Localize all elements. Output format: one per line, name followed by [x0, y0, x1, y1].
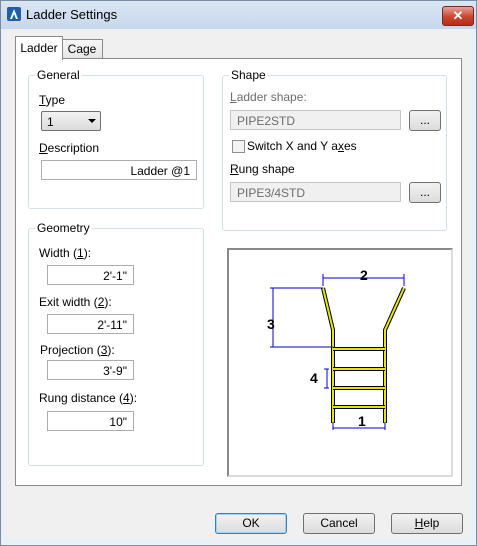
ladder-shape-browse-button[interactable]: ...	[409, 110, 441, 131]
close-button[interactable]: ✕	[442, 6, 474, 26]
exit-width-label: Exit width (2):	[39, 295, 112, 309]
help-button[interactable]: Help	[391, 513, 463, 534]
close-icon: ✕	[452, 8, 464, 23]
ladder-tab-panel: General Type 1 Description Ladder @1 Sha…	[15, 58, 462, 486]
type-label: Type	[39, 93, 66, 107]
description-field[interactable]: Ladder @1	[41, 160, 197, 180]
rung-shape-label: Rung shape	[230, 162, 295, 176]
window-title: Ladder Settings	[26, 7, 118, 22]
rung-distance-label: Rung distance (4):	[39, 391, 138, 405]
width-field[interactable]: 2'-1"	[47, 265, 134, 285]
tab-ladder[interactable]: Ladder	[15, 36, 63, 60]
shape-group: Shape Ladder shape: PIPE2STD ... Switch …	[222, 68, 447, 231]
ladder-shape-field[interactable]: PIPE2STD	[230, 110, 401, 130]
dimension-label-4: 4	[310, 370, 318, 386]
shape-group-title: Shape	[229, 68, 268, 82]
geometry-group: Geometry Width (1): 2'-1" Exit width (2)…	[28, 221, 204, 466]
type-dropdown[interactable]: 1	[41, 111, 101, 131]
dimension-label-3: 3	[267, 316, 275, 332]
title-bar[interactable]: Ladder Settings ✕	[1, 1, 476, 29]
geometry-group-title: Geometry	[35, 221, 92, 235]
rung-distance-field[interactable]: 10"	[47, 411, 134, 431]
ok-button[interactable]: OK	[215, 513, 287, 534]
projection-field[interactable]: 3'-9"	[47, 360, 134, 380]
width-label: Width (1):	[39, 246, 92, 260]
description-label: Description	[39, 141, 100, 155]
general-group-title: General	[35, 68, 82, 82]
ladder-shape-label: Ladder shape:	[230, 90, 307, 104]
dialog-client: Ladder Cage General Type 1 Description L…	[7, 29, 471, 539]
ladder-diagram: 2 3 4 1	[267, 267, 407, 432]
ladder-settings-window: Ladder Settings ✕ Ladder Cage General Ty…	[0, 0, 477, 546]
dimension-label-1: 1	[358, 413, 366, 429]
projection-label: Projection (3):	[40, 343, 115, 357]
ladder-preview: 2 3 4 1	[227, 248, 453, 477]
rung-shape-browse-button[interactable]: ...	[409, 182, 441, 203]
type-value: 1	[47, 115, 54, 129]
tab-cage[interactable]: Cage	[61, 39, 103, 59]
autocad-icon	[7, 7, 21, 21]
general-group: General Type 1 Description Ladder @1	[28, 68, 204, 209]
switch-axes-label: Switch X and Y axes	[247, 139, 357, 153]
rung-shape-field[interactable]: PIPE3/4STD	[230, 182, 401, 202]
switch-axes-checkbox[interactable]	[232, 140, 245, 153]
dimension-label-2: 2	[360, 267, 368, 283]
cancel-button[interactable]: Cancel	[303, 513, 375, 534]
exit-width-field[interactable]: 2'-11"	[47, 314, 134, 334]
chevron-down-icon	[88, 119, 96, 123]
